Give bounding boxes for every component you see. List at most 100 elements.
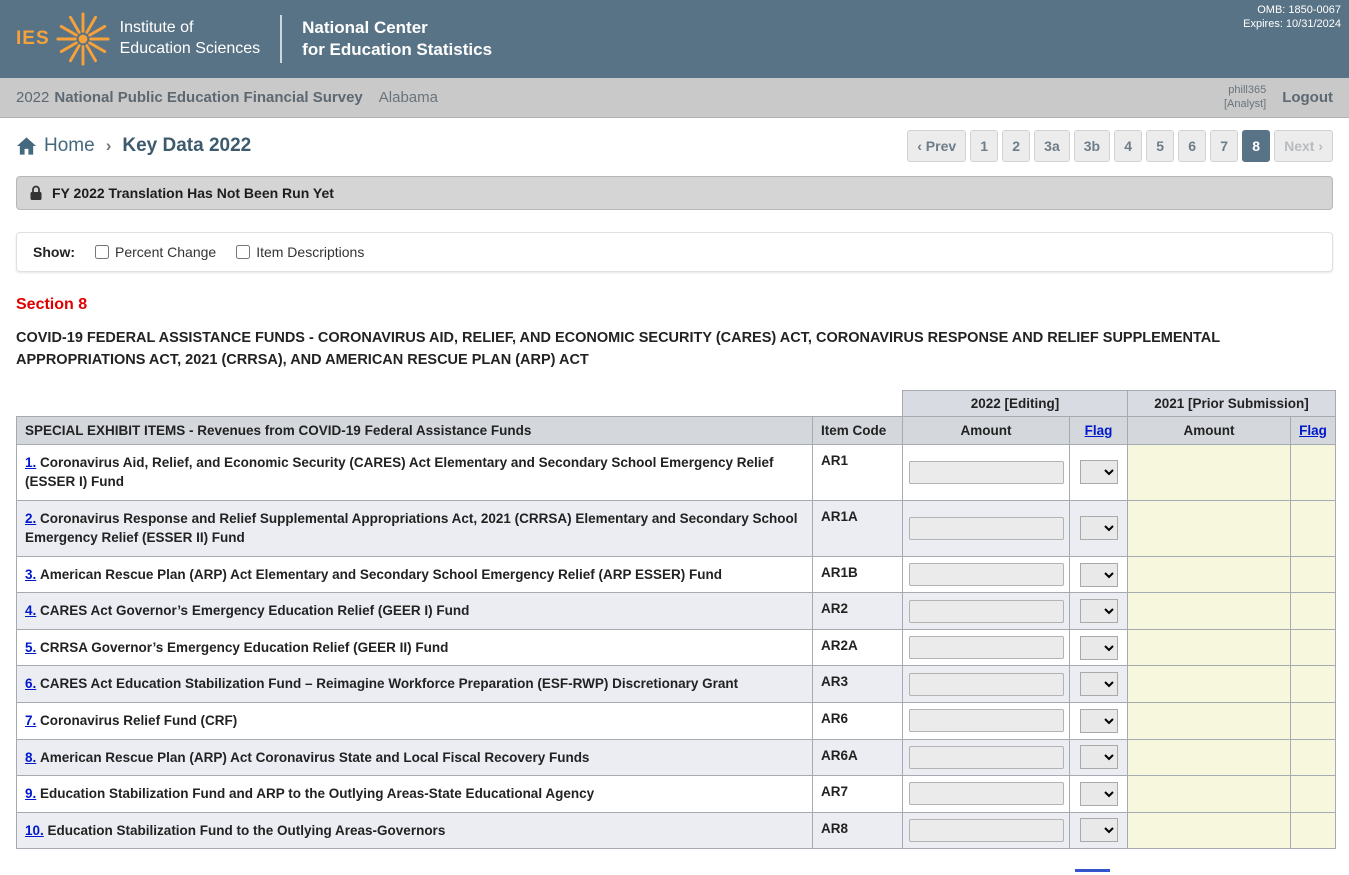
item-code: AR1A: [813, 500, 903, 556]
page-button-1[interactable]: 1: [970, 130, 998, 162]
row-number-link[interactable]: 10.: [25, 823, 44, 838]
flag-select-2022[interactable]: [1080, 745, 1118, 769]
section-description: COVID-19 FEDERAL ASSISTANCE FUNDS - CORO…: [16, 328, 1333, 372]
page: OMB: 1850-0067 Expires: 10/31/2024 IES I…: [0, 0, 1349, 875]
row-label: Coronavirus Aid, Relief, and Economic Se…: [25, 455, 773, 490]
amount-input-2022[interactable]: [909, 461, 1064, 484]
table-row: 5. CRRSA Governor’s Emergency Education …: [17, 629, 1336, 666]
column-header-amount-2021: Amount: [1128, 416, 1291, 444]
row-label: CRRSA Governor’s Emergency Education Rel…: [40, 640, 448, 655]
table-column-header-row: SPECIAL EXHIBIT ITEMS - Revenues from CO…: [17, 416, 1336, 444]
percent-change-option[interactable]: Percent Change: [95, 244, 216, 260]
group-header-2021: 2021 [Prior Submission]: [1128, 390, 1336, 416]
pagination-pages: 123a3b45678: [970, 130, 1270, 162]
flag-select-2022[interactable]: [1080, 818, 1118, 842]
group-header-blank: [17, 390, 903, 416]
amount-input-2022[interactable]: [909, 709, 1064, 732]
prior-amount-cell: [1128, 444, 1291, 500]
flag-select-2022[interactable]: [1080, 636, 1118, 660]
nces-name-line2: for Education Statistics: [302, 39, 492, 61]
prev-button[interactable]: ‹ Prev: [907, 130, 966, 162]
item-code: AR7: [813, 776, 903, 813]
banner-divider: [280, 15, 282, 63]
prior-amount-cell: [1128, 556, 1291, 593]
row-number-link[interactable]: 9.: [25, 786, 36, 801]
table-row: 4. CARES Act Governor’s Emergency Educat…: [17, 593, 1336, 630]
page-button-5[interactable]: 5: [1146, 130, 1174, 162]
amount-input-2022[interactable]: [909, 782, 1064, 805]
flag-select-2022[interactable]: [1080, 516, 1118, 540]
table-row: 9. Education Stabilization Fund and ARP …: [17, 776, 1336, 813]
row-number-link[interactable]: 8.: [25, 750, 36, 765]
flag-select-2022[interactable]: [1080, 563, 1118, 587]
column-header-items: SPECIAL EXHIBIT ITEMS - Revenues from CO…: [17, 416, 813, 444]
row-number-link[interactable]: 6.: [25, 676, 36, 691]
item-code: AR6: [813, 703, 903, 740]
user-info: phill365 [Analyst]: [1224, 84, 1266, 112]
prior-flag-cell: [1291, 444, 1336, 500]
row-label: CARES Act Education Stabilization Fund –…: [40, 676, 738, 691]
amount-input-2022[interactable]: [909, 563, 1064, 586]
column-header-flag-2022-link[interactable]: Flag: [1085, 423, 1113, 438]
amount-input-2022[interactable]: [909, 636, 1064, 659]
page-button-3a[interactable]: 3a: [1034, 130, 1070, 162]
alert-text: FY 2022 Translation Has Not Been Run Yet: [52, 185, 334, 201]
table-row: 7. Coronavirus Relief Fund (CRF) AR6: [17, 703, 1336, 740]
breadcrumb-home-link[interactable]: Home: [44, 135, 95, 157]
ies-logo-text: IES: [16, 28, 50, 50]
table-body: 1. Coronavirus Aid, Relief, and Economic…: [17, 444, 1336, 849]
section-title: Section 8: [16, 296, 1333, 314]
username: phill365: [1224, 84, 1266, 98]
pagination: ‹ Prev 123a3b45678 Next ›: [907, 130, 1333, 162]
flag-select-2022[interactable]: [1080, 460, 1118, 484]
page-button-6[interactable]: 6: [1178, 130, 1206, 162]
page-button-4[interactable]: 4: [1114, 130, 1142, 162]
page-button-3b[interactable]: 3b: [1074, 130, 1110, 162]
amount-input-2022[interactable]: [909, 600, 1064, 623]
flag-select-2022[interactable]: [1080, 782, 1118, 806]
amount-input-2022[interactable]: [909, 746, 1064, 769]
item-descriptions-label: Item Descriptions: [256, 244, 364, 260]
table-row: 6. CARES Act Education Stabilization Fun…: [17, 666, 1336, 703]
survey-year: 2022: [16, 89, 49, 106]
page-button-8[interactable]: 8: [1242, 130, 1270, 162]
item-code: AR1: [813, 444, 903, 500]
survey-state: Alabama: [379, 89, 438, 106]
logout-button[interactable]: Logout: [1282, 89, 1333, 106]
row-number-link[interactable]: 3.: [25, 567, 36, 582]
survey-title: National Public Education Financial Surv…: [54, 89, 362, 106]
prior-flag-cell: [1291, 500, 1336, 556]
prior-flag-cell: [1291, 739, 1336, 776]
row-label: Coronavirus Response and Relief Suppleme…: [25, 511, 797, 546]
item-code: AR6A: [813, 739, 903, 776]
amount-input-2022[interactable]: [909, 517, 1064, 540]
row-number-link[interactable]: 4.: [25, 603, 36, 618]
user-role: [Analyst]: [1224, 98, 1266, 112]
column-header-flag-2021-link[interactable]: Flag: [1299, 423, 1327, 438]
home-icon: [16, 136, 37, 156]
key-data-table-wrapper: 2022 [Editing] 2021 [Prior Submission] S…: [16, 390, 1333, 850]
amount-input-2022[interactable]: [909, 819, 1064, 842]
item-descriptions-checkbox[interactable]: [236, 245, 250, 259]
page-button-2[interactable]: 2: [1002, 130, 1030, 162]
flag-select-2022[interactable]: [1080, 672, 1118, 696]
item-code: AR8: [813, 812, 903, 849]
item-descriptions-option[interactable]: Item Descriptions: [236, 244, 364, 260]
flag-select-2022[interactable]: [1080, 709, 1118, 733]
page-title: Key Data 2022: [122, 135, 251, 157]
omb-info: OMB: 1850-0067 Expires: 10/31/2024: [1243, 3, 1341, 32]
key-data-table: 2022 [Editing] 2021 [Prior Submission] S…: [16, 390, 1336, 850]
row-number-link[interactable]: 1.: [25, 455, 36, 470]
prior-flag-cell: [1291, 556, 1336, 593]
row-number-link[interactable]: 7.: [25, 713, 36, 728]
row-number-link[interactable]: 5.: [25, 640, 36, 655]
item-code: AR2A: [813, 629, 903, 666]
page-button-7[interactable]: 7: [1210, 130, 1238, 162]
row-number-link[interactable]: 2.: [25, 511, 36, 526]
amount-input-2022[interactable]: [909, 673, 1064, 696]
omb-expires: Expires: 10/31/2024: [1243, 17, 1341, 31]
flag-select-2022[interactable]: [1080, 599, 1118, 623]
percent-change-checkbox[interactable]: [95, 245, 109, 259]
lock-icon: [29, 185, 43, 201]
translation-alert: FY 2022 Translation Has Not Been Run Yet: [16, 176, 1333, 210]
